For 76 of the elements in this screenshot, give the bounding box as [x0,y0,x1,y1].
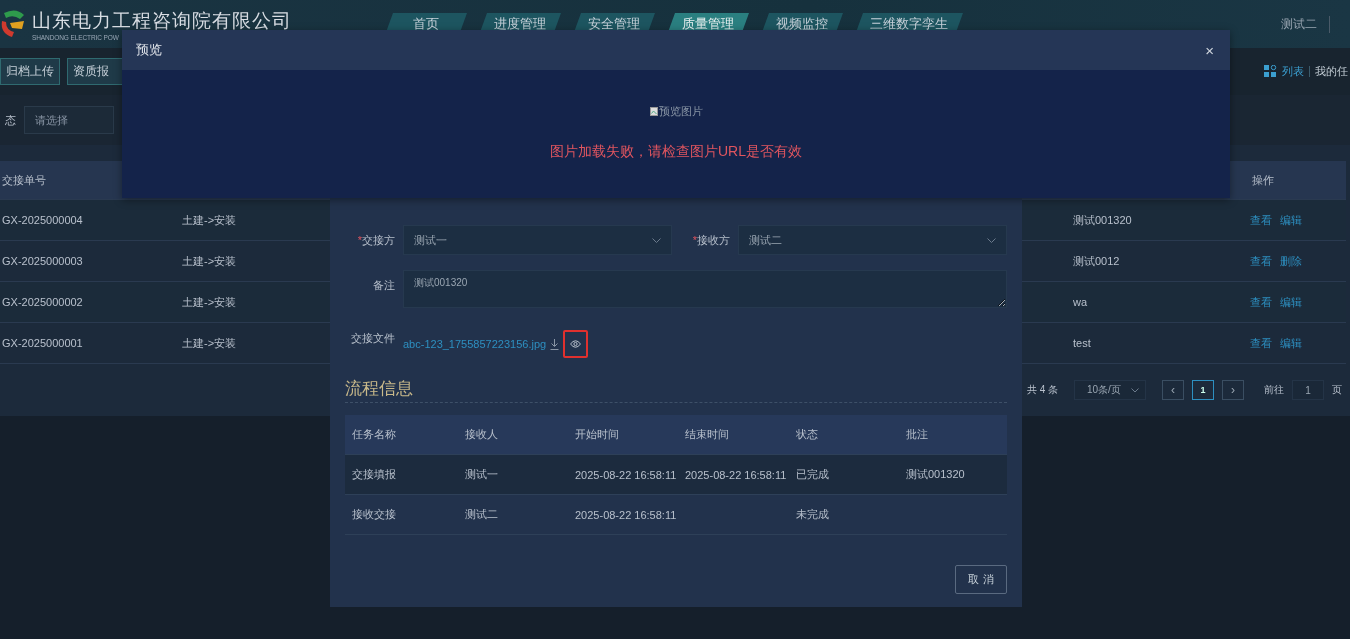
table-cell-text: 土建->安装 [181,253,237,269]
select-field[interactable]: 测试二 [738,225,1007,255]
grid-icon [1264,65,1277,78]
column-header: 结束时间 [684,427,730,442]
field-label: *接收方 [691,233,730,248]
file-link[interactable]: abc-123_1755857223156.jpg [403,338,547,350]
table-cell-text: 土建->安装 [181,212,237,228]
column-header: 接收人 [464,427,499,442]
select-field[interactable]: 测试一 [403,225,672,255]
previous-page-button[interactable]: ‹ [1162,380,1184,400]
image-alt-text: 预览图片 [658,104,703,119]
table-cell-text: GX-2025000004 [1,214,83,226]
column-header: 任务名称 [351,427,397,442]
table-cell-text: 2025-08-22 16:58:11 [574,508,678,521]
close-button[interactable]: × [1203,41,1216,59]
goto-label: 前往 [1264,383,1284,397]
table-cell-text: 已完成 [795,467,830,482]
table-cell-text: GX-2025000002 [1,296,83,308]
action-link[interactable]: 编辑 [1280,335,1302,351]
column-header: 操作 [1251,172,1274,188]
error-message: 图片加载失败，请检查图片URL是否有效 [550,143,802,161]
column-header: 状态 [795,427,819,442]
remark-textarea[interactable]: 测试001320 [403,270,1007,308]
dialog-title: 预览 [136,41,162,59]
table-cell-text: 接收交接 [351,507,397,522]
table-cell-text: 测试0012 [1072,253,1120,269]
goto-page-field[interactable]: 1 [1292,380,1324,400]
cancel-button[interactable]: 取 消 [955,565,1007,594]
broken-image-icon [649,107,658,116]
page-size-select[interactable]: 10条/页 [1074,380,1146,400]
total-count: 共 4 条 [1026,383,1058,397]
chevron-down-icon [652,237,661,243]
status-select[interactable]: 请选择 [24,106,114,134]
table-cell-text: 土建->安装 [181,335,237,351]
column-header: 交接单号 [1,172,46,188]
download-icon[interactable] [550,338,560,350]
action-link[interactable]: 查看 [1250,212,1272,228]
eye-icon [570,340,582,348]
table-cell-text: GX-2025000003 [1,255,83,267]
field-label: *交接方 [356,233,395,248]
filter-label: 态 [4,112,16,128]
table-cell-text: 土建->安装 [181,294,237,310]
action-link[interactable]: 查看 [1250,253,1272,269]
table-cell-text: 2025-08-22 16:58:11 [684,468,788,481]
table-cell-text: 未完成 [795,507,830,522]
column-header: 批注 [905,427,929,442]
table-cell-text: 测试一 [464,467,499,482]
my-tasks-link[interactable]: 我的任 [1315,64,1350,79]
action-link[interactable]: 删除 [1280,253,1302,269]
page-button[interactable]: 1 [1192,380,1214,400]
field-label: 备注 [372,278,395,293]
table-cell-text: wa [1072,296,1088,308]
field-label: 交接文件 [350,331,395,346]
action-link[interactable]: 编辑 [1280,212,1302,228]
section-title: 流程信息 [345,377,1007,403]
table-cell-text: 测试001320 [905,467,966,482]
table-cell-text: test [1072,337,1091,349]
page-suffix: 页 [1332,383,1342,397]
logo-icon [0,9,26,39]
table-cell-text: 测试二 [464,507,499,522]
column-header: 开始时间 [574,427,620,442]
toolbar-button[interactable]: 归档上传 [0,58,60,85]
preview-button[interactable] [563,330,589,358]
action-link[interactable]: 查看 [1250,335,1272,351]
user-name[interactable]: 测试二 [1281,15,1330,33]
list-view-link[interactable]: 列表 [1282,64,1304,79]
table-cell-text: GX-2025000001 [1,337,83,349]
action-link[interactable]: 编辑 [1280,294,1302,310]
company-name: 山东电力工程咨询院有限公司 [32,8,292,33]
table-cell-text: 交接填报 [351,467,397,482]
chevron-down-icon [987,237,996,243]
table-cell-text: 测试001320 [1072,212,1132,228]
action-link[interactable]: 查看 [1250,294,1272,310]
chevron-down-icon [1130,387,1139,393]
next-page-button[interactable]: › [1222,380,1244,400]
table-cell-text: 2025-08-22 16:58:11 [574,468,678,481]
